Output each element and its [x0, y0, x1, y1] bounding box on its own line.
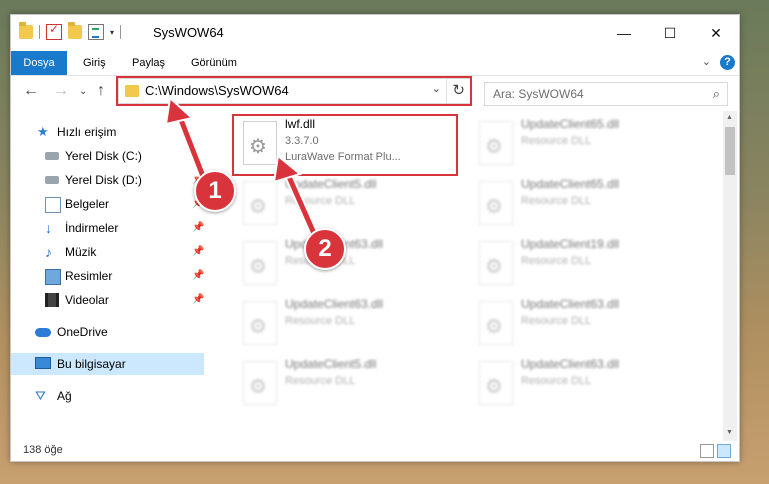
- step-1-badge: 1: [194, 170, 236, 212]
- annotation-arrows: [164, 96, 321, 240]
- arrow-2-head: [272, 154, 303, 184]
- step-2-badge: 2: [304, 228, 346, 270]
- arrow-2-line: [283, 168, 319, 240]
- arrow-1-head: [164, 96, 195, 126]
